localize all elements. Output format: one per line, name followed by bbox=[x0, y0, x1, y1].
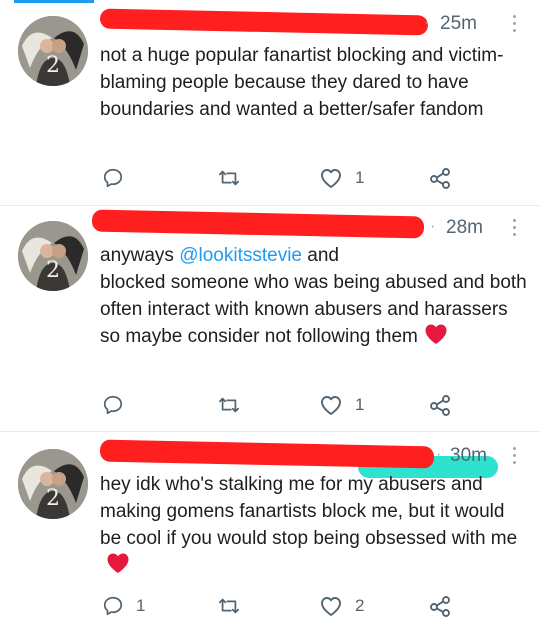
svg-text:2: 2 bbox=[46, 53, 60, 78]
heart-emoji-icon bbox=[424, 323, 448, 353]
more-icon[interactable] bbox=[511, 447, 517, 467]
retweet-button[interactable] bbox=[217, 163, 241, 193]
like-count: 2 bbox=[355, 596, 365, 615]
more-icon[interactable] bbox=[511, 15, 517, 35]
tweet-text: not a huge popular fanartist blocking an… bbox=[100, 45, 504, 120]
tweet-actions: 1 bbox=[100, 163, 530, 193]
tweet-timestamp[interactable]: 28m bbox=[446, 217, 483, 239]
like-button[interactable]: 2 bbox=[319, 591, 364, 621]
reply-icon bbox=[103, 168, 123, 188]
tweet[interactable]: 2 · 25m not a huge popular fanartist blo… bbox=[0, 0, 540, 206]
like-count: 1 bbox=[355, 395, 365, 414]
tweet-text-rest: blocked someone who was being abused and… bbox=[100, 272, 527, 347]
reply-count: 1 bbox=[136, 596, 146, 615]
tweet-actions: 1 2 bbox=[100, 591, 530, 621]
avatar-image: 2 bbox=[18, 221, 88, 291]
avatar[interactable]: 2 bbox=[18, 221, 88, 291]
like-icon bbox=[321, 169, 341, 188]
header-separator: · bbox=[424, 14, 431, 31]
tweet-timestamp[interactable]: 30m bbox=[450, 445, 487, 467]
like-button[interactable]: 1 bbox=[319, 390, 364, 420]
reply-button[interactable]: 1 bbox=[102, 591, 145, 621]
header-separator: · bbox=[436, 446, 443, 463]
like-icon bbox=[321, 597, 341, 616]
tweet-text-body: hey idk who's stalking me for my abusers… bbox=[100, 474, 518, 549]
tweet-text: anyways @lookitsstevie and blocked someo… bbox=[100, 242, 530, 353]
tweet-text: hey idk who's stalking me for my abusers… bbox=[100, 471, 530, 582]
tweet-text-start: anyways bbox=[100, 245, 180, 266]
heart-emoji-icon bbox=[106, 552, 130, 582]
reply-button[interactable] bbox=[102, 163, 136, 193]
avatar-image: 2 bbox=[18, 16, 88, 86]
avatar-image: 2 bbox=[18, 449, 88, 519]
retweet-button[interactable] bbox=[217, 591, 241, 621]
share-icon bbox=[430, 395, 450, 416]
like-button[interactable]: 1 bbox=[319, 163, 364, 193]
tweet-actions: 1 bbox=[100, 390, 530, 420]
mention-link[interactable]: @lookitsstevie bbox=[179, 245, 302, 266]
retweet-icon bbox=[218, 598, 240, 614]
svg-text:2: 2 bbox=[46, 486, 60, 511]
reply-button[interactable] bbox=[102, 390, 136, 420]
reply-icon bbox=[103, 596, 123, 616]
svg-text:2: 2 bbox=[46, 258, 60, 283]
redacted-display-name bbox=[99, 8, 429, 36]
header-separator: · bbox=[430, 218, 437, 235]
retweet-button[interactable] bbox=[217, 390, 241, 420]
like-count: 1 bbox=[355, 168, 365, 187]
share-button[interactable] bbox=[428, 591, 452, 621]
share-icon bbox=[430, 596, 450, 617]
redacted-display-name bbox=[99, 439, 435, 469]
tweet[interactable]: 2 · 30m hey idk who's stalking me for my… bbox=[0, 431, 540, 630]
retweet-icon bbox=[218, 397, 240, 413]
redacted-display-name bbox=[91, 209, 425, 239]
like-icon bbox=[321, 396, 341, 415]
avatar[interactable]: 2 bbox=[18, 16, 88, 86]
reply-icon bbox=[103, 395, 123, 415]
tweet-text-conjunction: and bbox=[301, 245, 339, 266]
more-icon[interactable] bbox=[511, 219, 517, 239]
retweet-icon bbox=[218, 170, 240, 186]
share-button[interactable] bbox=[428, 390, 452, 420]
avatar[interactable]: 2 bbox=[18, 449, 88, 519]
share-button[interactable] bbox=[428, 163, 452, 193]
tweet[interactable]: 2 · 28m anyways @lookitsstevie and block… bbox=[0, 205, 540, 478]
tweet-timestamp[interactable]: 25m bbox=[440, 13, 477, 35]
share-icon bbox=[430, 168, 450, 189]
